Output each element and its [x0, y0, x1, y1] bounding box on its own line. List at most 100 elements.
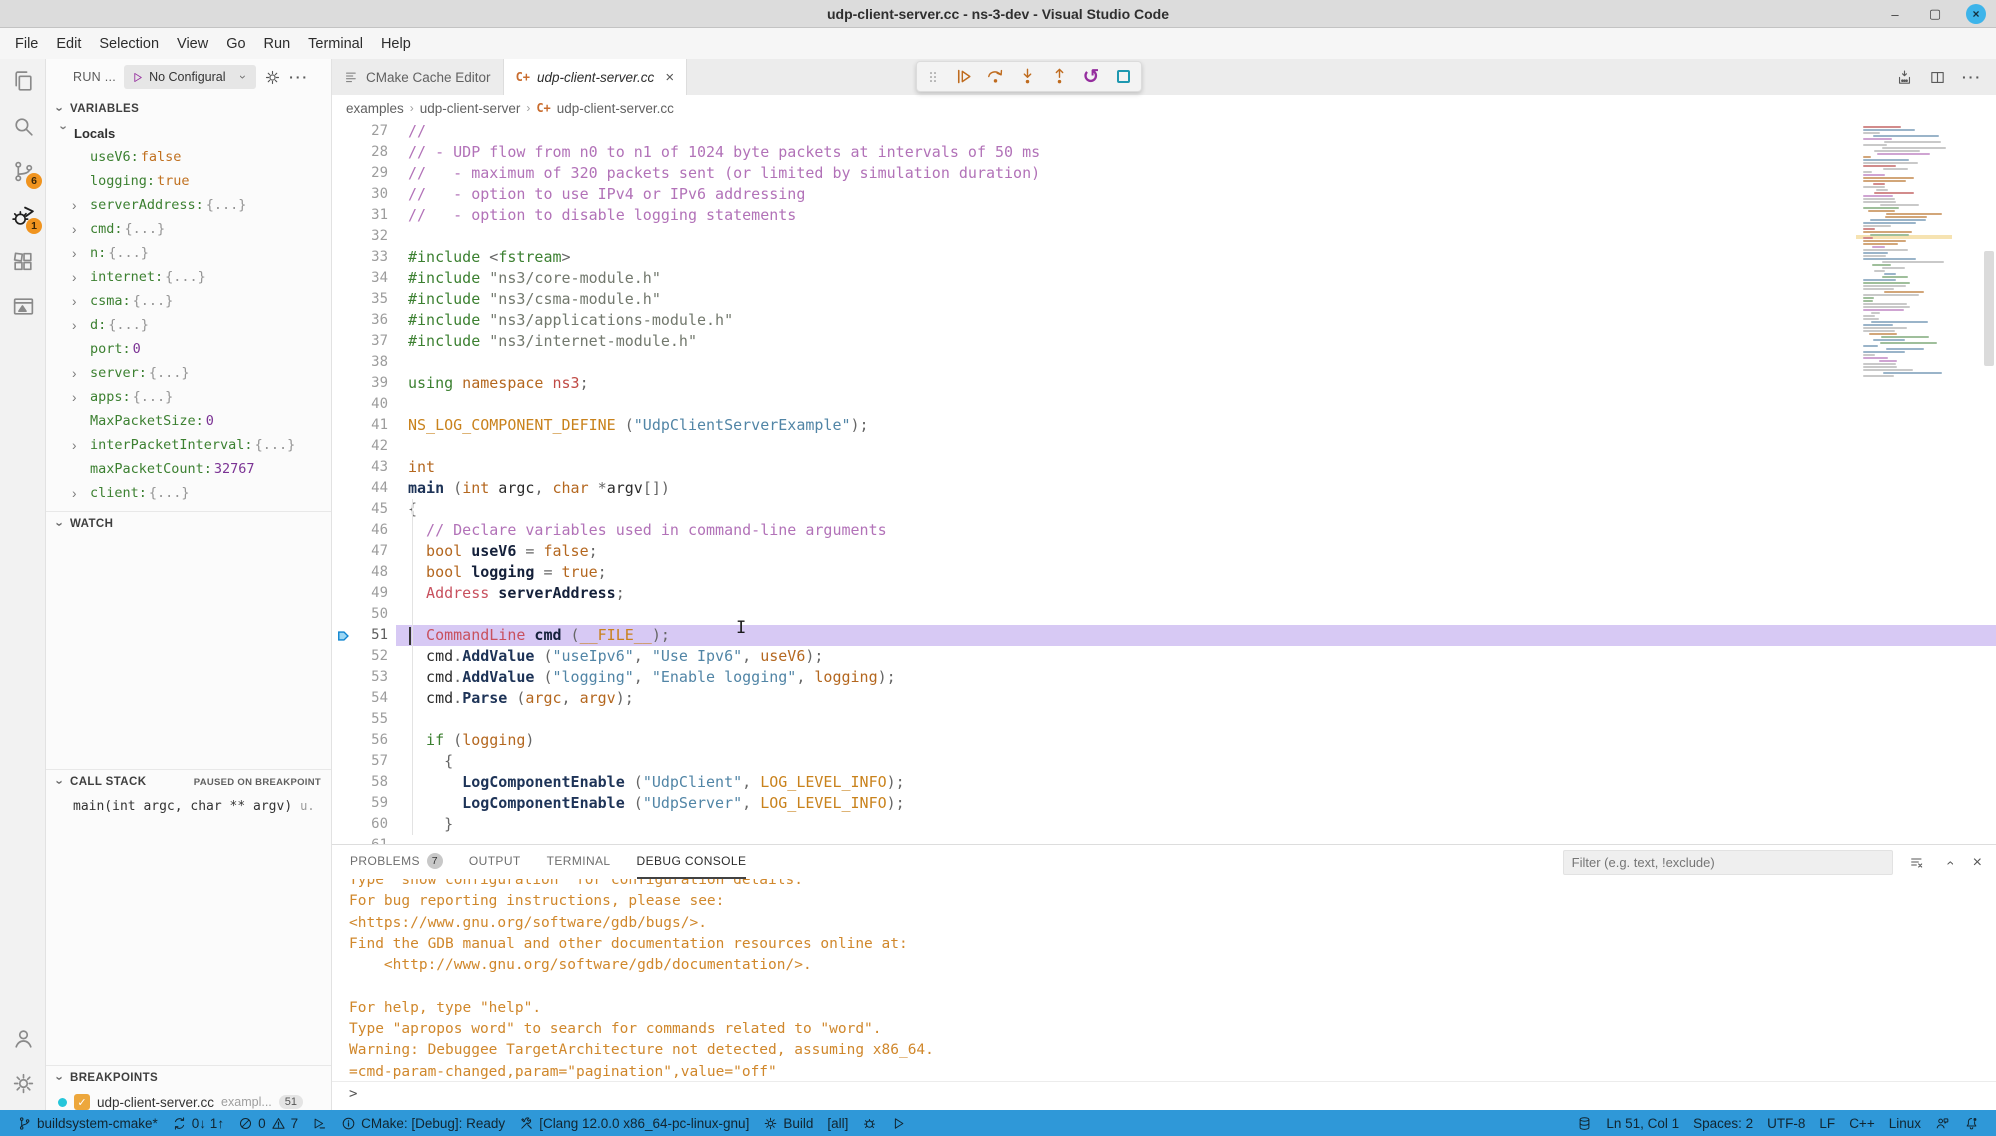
breakpoint-margin[interactable] — [332, 457, 356, 478]
variable-row-server[interactable]: ›server: {...} — [46, 361, 331, 385]
breakpoint-margin[interactable] — [332, 247, 356, 268]
panel-tab-problems[interactable]: PROBLEMS7 — [350, 845, 443, 879]
gutter[interactable]: 32 — [332, 226, 396, 247]
close-button[interactable]: × — [1966, 4, 1986, 24]
breakpoint-margin[interactable] — [332, 562, 356, 583]
breakpoint-margin[interactable] — [332, 184, 356, 205]
code-line-55[interactable]: 55 — [332, 709, 1996, 730]
breakpoint-margin[interactable] — [332, 268, 356, 289]
code-line-46[interactable]: 46 // Declare variables used in command-… — [332, 520, 1996, 541]
code-line-49[interactable]: 49 Address serverAddress; — [332, 583, 1996, 604]
gutter[interactable]: 55 — [332, 709, 396, 730]
code-line-43[interactable]: 43int — [332, 457, 1996, 478]
minimap[interactable] — [1856, 123, 1952, 385]
close-panel-icon[interactable]: × — [1973, 854, 1982, 872]
code-line-27[interactable]: 27// — [332, 121, 1996, 142]
breakpoint-margin[interactable] — [332, 331, 356, 352]
breakpoint-margin[interactable] — [332, 352, 356, 373]
gutter[interactable]: 45 — [332, 499, 396, 520]
code-editor[interactable]: 27//28// - UDP flow from n0 to n1 of 102… — [332, 121, 1996, 844]
status-cmake-kit[interactable]: [Clang 12.0.0 x86_64-pc-linux-gnu] — [512, 1110, 756, 1136]
tab-udp-client-server-cc[interactable]: C+udp-client-server.cc× — [504, 59, 688, 95]
menu-run[interactable]: Run — [255, 32, 300, 56]
variable-row-csma[interactable]: ›csma: {...} — [46, 289, 331, 313]
status-build-target[interactable]: [all] — [820, 1110, 855, 1136]
step-over-button[interactable] — [985, 67, 1005, 87]
gutter[interactable]: 38 — [332, 352, 396, 373]
menu-terminal[interactable]: Terminal — [299, 32, 372, 56]
status-notifications[interactable] — [1957, 1110, 1986, 1136]
code-line-37[interactable]: 37#include "ns3/internet-module.h" — [332, 331, 1996, 352]
breakpoint-margin[interactable] — [332, 772, 356, 793]
breakpoint-margin[interactable] — [332, 730, 356, 751]
breakpoint-margin[interactable] — [332, 121, 356, 142]
call-stack-header[interactable]: › CALL STACK PAUSED ON BREAKPOINT — [46, 770, 331, 794]
status-sync-changes[interactable]: 0↓ 1↑ — [165, 1110, 231, 1136]
gutter[interactable]: 44 — [332, 478, 396, 499]
gutter[interactable]: 61 — [332, 835, 396, 844]
menu-view[interactable]: View — [168, 32, 217, 56]
gutter[interactable]: 51 — [332, 625, 396, 646]
code-line-39[interactable]: 39using namespace ns3; — [332, 373, 1996, 394]
gutter[interactable]: 35 — [332, 289, 396, 310]
breakpoint-margin[interactable] — [332, 688, 356, 709]
status-git-branch[interactable]: buildsystem-cmake* — [10, 1110, 165, 1136]
code-line-30[interactable]: 30// - option to use IPv4 or IPv6 addres… — [332, 184, 1996, 205]
code-line-45[interactable]: 45{ — [332, 499, 1996, 520]
code-line-54[interactable]: 54 cmd.Parse (argc, argv); — [332, 688, 1996, 709]
code-line-32[interactable]: 32 — [332, 226, 1996, 247]
code-line-53[interactable]: 53 cmd.AddValue ("logging", "Enable logg… — [332, 667, 1996, 688]
variable-row-cmd[interactable]: ›cmd: {...} — [46, 217, 331, 241]
breadcrumb-item[interactable]: udp-client-server.cc — [557, 101, 674, 116]
gutter[interactable]: 42 — [332, 436, 396, 457]
variable-row-n[interactable]: ›n: {...} — [46, 241, 331, 265]
gutter[interactable]: 28 — [332, 142, 396, 163]
variable-row-interPacketInterval[interactable]: ›interPacketInterval: {...} — [46, 433, 331, 457]
gutter[interactable]: 29 — [332, 163, 396, 184]
status-encoding[interactable]: UTF-8 — [1760, 1110, 1812, 1136]
gutter[interactable]: 60 — [332, 814, 396, 835]
gutter[interactable]: 27 — [332, 121, 396, 142]
gutter[interactable]: 40 — [332, 394, 396, 415]
code-line-61[interactable]: 61 — [332, 835, 1996, 844]
activity-item-extensions[interactable] — [0, 239, 46, 284]
current-line-pointer-icon[interactable] — [332, 625, 356, 646]
gutter[interactable]: 36 — [332, 310, 396, 331]
debug-configuration-dropdown[interactable]: No Configural › — [124, 65, 256, 89]
menu-help[interactable]: Help — [372, 32, 420, 56]
activity-item-run-and-debug[interactable]: 1 — [0, 194, 46, 239]
gutter[interactable]: 30 — [332, 184, 396, 205]
code-line-52[interactable]: 52 cmd.AddValue ("useIpv6", "Use Ipv6", … — [332, 646, 1996, 667]
breakpoint-margin[interactable] — [332, 373, 356, 394]
status-cursor-position[interactable]: Ln 51, Col 1 — [1599, 1110, 1686, 1136]
activity-item-settings[interactable] — [0, 1061, 46, 1106]
continue-button[interactable] — [953, 67, 973, 87]
variable-row-logging[interactable]: logging: true — [46, 169, 331, 193]
code-line-58[interactable]: 58 LogComponentEnable ("UdpClient", LOG_… — [332, 772, 1996, 793]
code-line-40[interactable]: 40 — [332, 394, 1996, 415]
breakpoint-margin[interactable] — [332, 604, 356, 625]
status-cmake-run[interactable] — [884, 1110, 913, 1136]
code-line-48[interactable]: 48 bool logging = true; — [332, 562, 1996, 583]
variable-row-Locals[interactable]: ›Locals — [46, 121, 331, 145]
activity-item-test-panel[interactable] — [0, 284, 46, 329]
gutter[interactable]: 31 — [332, 205, 396, 226]
breakpoint-margin[interactable] — [332, 289, 356, 310]
status-memory[interactable] — [1570, 1110, 1599, 1136]
stop-button[interactable] — [1113, 67, 1133, 87]
status-problems[interactable]: 07 — [231, 1110, 305, 1136]
console-filter-input[interactable] — [1563, 850, 1893, 875]
code-line-59[interactable]: 59 LogComponentEnable ("UdpServer", LOG_… — [332, 793, 1996, 814]
panel-tab-output[interactable]: OUTPUT — [469, 845, 521, 879]
restart-button[interactable]: ↺ — [1081, 67, 1101, 87]
breakpoint-margin[interactable] — [332, 835, 356, 844]
step-into-button[interactable] — [1017, 67, 1037, 87]
variables-section-header[interactable]: › VARIABLES — [46, 97, 331, 121]
breakpoint-margin[interactable] — [332, 520, 356, 541]
gutter[interactable]: 56 — [332, 730, 396, 751]
variable-row-apps[interactable]: ›apps: {...} — [46, 385, 331, 409]
gutter[interactable]: 37 — [332, 331, 396, 352]
activity-item-explorer[interactable] — [0, 59, 46, 104]
menu-file[interactable]: File — [6, 32, 47, 56]
close-icon[interactable]: × — [665, 69, 674, 86]
